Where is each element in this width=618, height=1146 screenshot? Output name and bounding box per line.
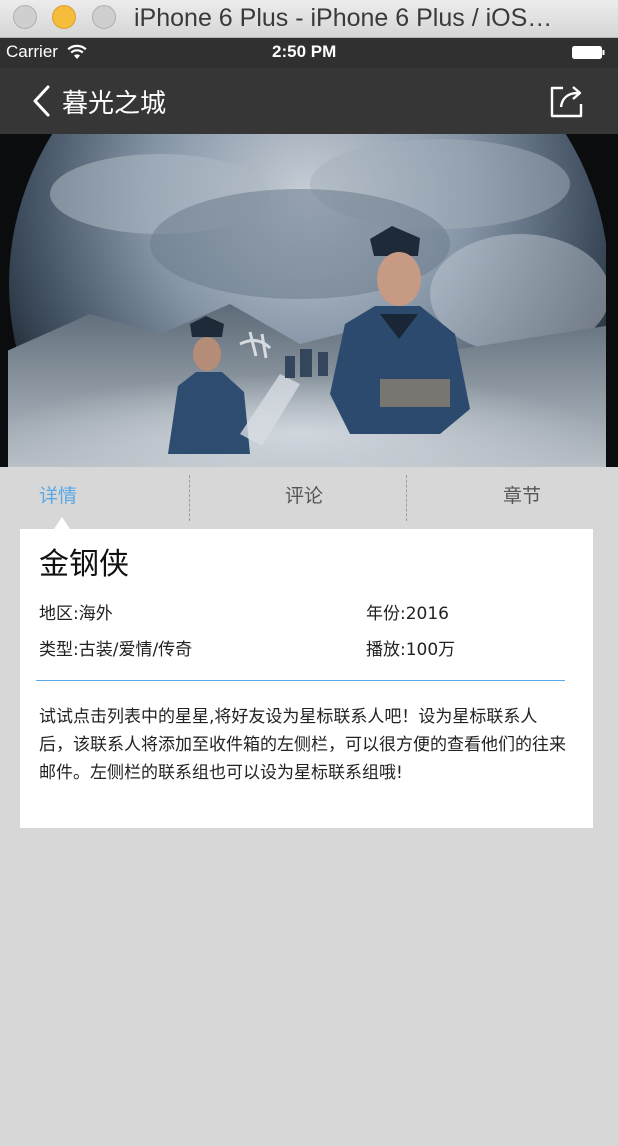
description-text: 试试点击列表中的星星,将好友设为星标联系人吧！设为星标联系人后，该联系人将添加至…: [39, 707, 566, 783]
divider: [36, 680, 565, 681]
window-zoom-button[interactable]: [92, 5, 116, 29]
tab-comments[interactable]: 评论: [285, 481, 323, 508]
show-title: 金钢侠: [39, 547, 129, 582]
region-label: 地区:海外: [39, 604, 113, 624]
tab-divider: [189, 475, 190, 521]
tab-divider: [406, 475, 407, 521]
share-icon[interactable]: [548, 82, 586, 120]
page-title: 暮光之城: [62, 88, 167, 119]
back-button[interactable]: 暮光之城: [30, 80, 166, 122]
simulator-window: iPhone 6 Plus - iPhone 6 Plus / iOS… Car…: [0, 0, 618, 1146]
tab-details[interactable]: 详情: [39, 481, 77, 508]
detail-card: 金钢侠 地区:海外 年份:2016 类型:古装/爱情/传奇 播放:100万 试试…: [20, 529, 593, 828]
window-title: iPhone 6 Plus - iPhone 6 Plus / iOS…: [134, 4, 553, 32]
carrier-label: Carrier: [6, 42, 58, 61]
video-poster-image[interactable]: [0, 134, 618, 467]
navigation-bar: 暮光之城: [0, 68, 618, 134]
year-label: 年份:2016: [366, 604, 449, 624]
tab-chapters[interactable]: 章节: [503, 481, 541, 508]
status-time: 2:50 PM: [272, 42, 337, 61]
window-titlebar: iPhone 6 Plus - iPhone 6 Plus / iOS…: [0, 0, 618, 38]
genre-label: 类型:古装/爱情/传奇: [39, 640, 193, 660]
status-bar: Carrier 2:50 PM: [0, 38, 618, 68]
window-close-button[interactable]: [13, 5, 37, 29]
battery-icon: [572, 46, 605, 59]
chevron-left-icon: [33, 85, 50, 117]
poster-artwork: [0, 134, 618, 467]
segment-tabs: 详情 评论 章节: [0, 467, 618, 529]
play-count-label: 播放:100万: [366, 640, 456, 660]
active-tab-indicator: [54, 517, 70, 529]
wifi-icon: [67, 44, 87, 59]
window-minimize-button[interactable]: [52, 5, 76, 29]
